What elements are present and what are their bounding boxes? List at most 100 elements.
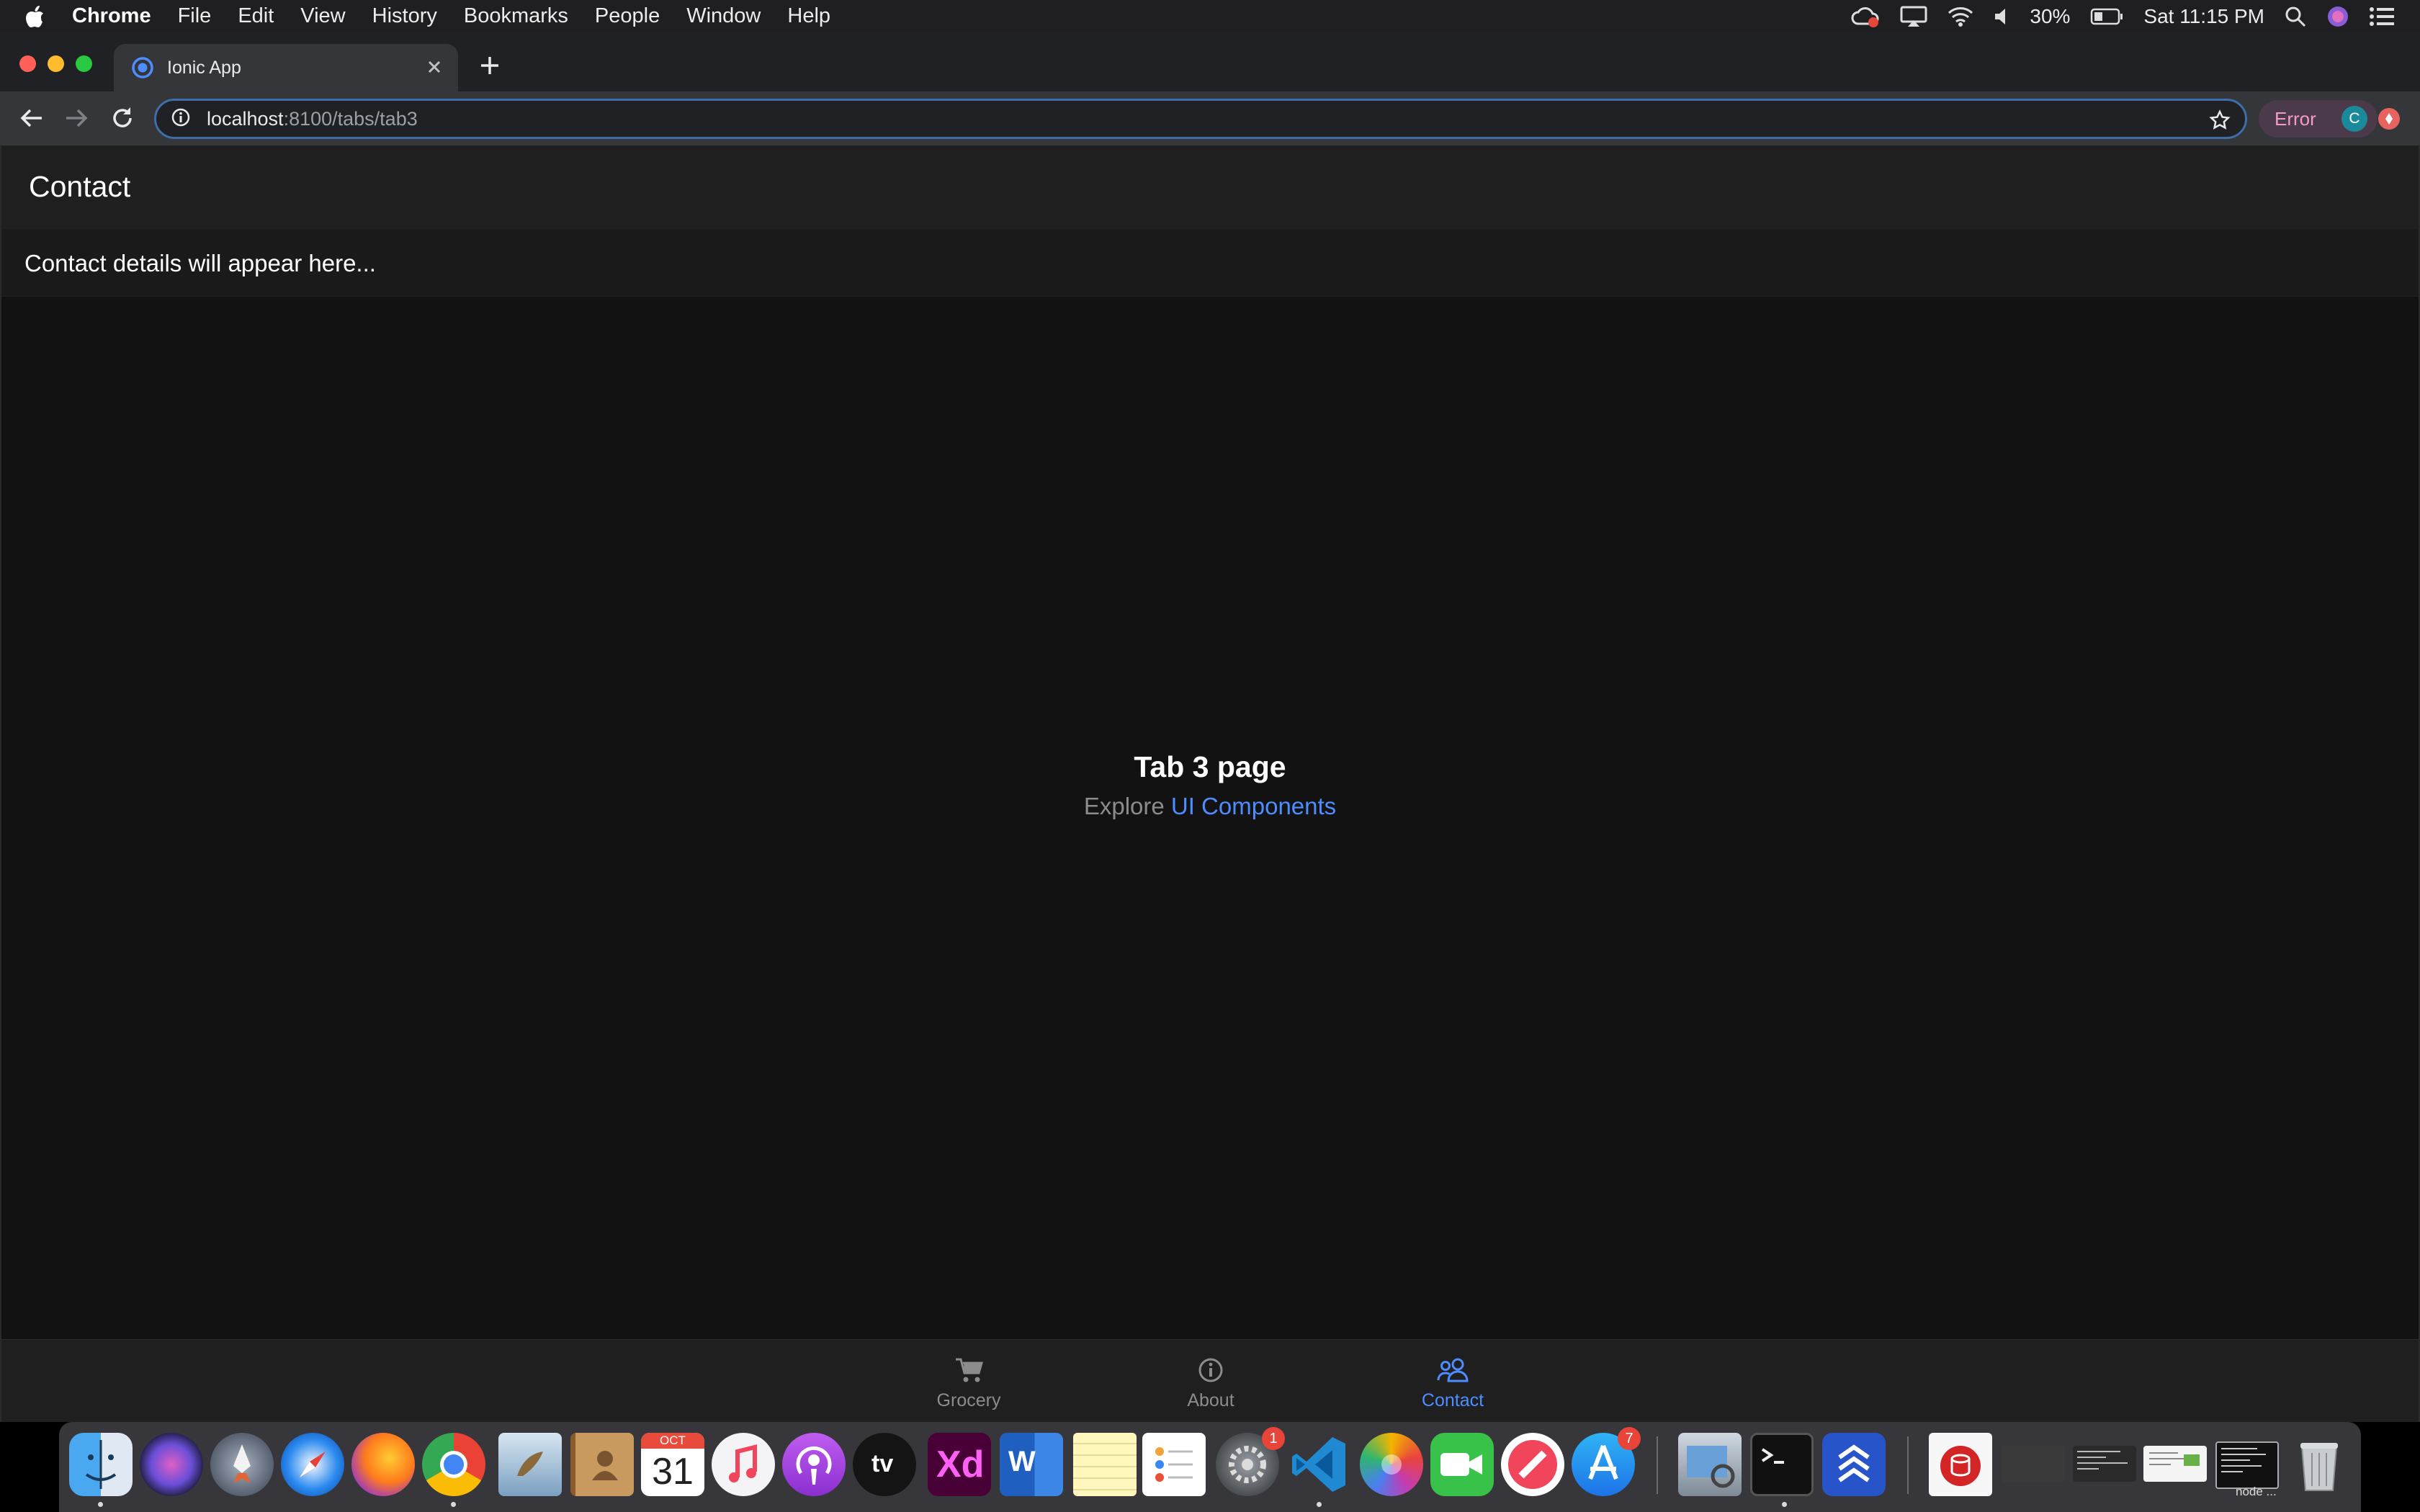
back-arrow-icon[interactable] xyxy=(19,104,45,136)
tab-heading: Tab 3 page xyxy=(1134,750,1286,783)
apple-menu-icon[interactable] xyxy=(26,5,65,27)
dock-firefox-icon[interactable] xyxy=(351,1433,415,1496)
battery-percent: 30% xyxy=(2030,4,2071,27)
profile-error-label: Error xyxy=(2275,107,2316,130)
node-window-label: node ... xyxy=(2236,1485,2277,1498)
url-host: localhost xyxy=(207,107,284,130)
tab-close-icon[interactable] xyxy=(424,56,445,81)
dock-database-app-icon[interactable] xyxy=(1929,1433,1992,1496)
dock-stackedit-icon[interactable] xyxy=(1822,1433,1886,1496)
bookmark-star-icon[interactable] xyxy=(2209,109,2231,135)
contact-details-text: Contact details will appear here... xyxy=(24,250,376,276)
notification-center-icon[interactable] xyxy=(2370,6,2394,26)
dock-terminal-icon[interactable] xyxy=(1750,1433,1814,1496)
calendar-day: 31 xyxy=(652,1451,694,1493)
menu-file[interactable]: File xyxy=(178,4,212,28)
system-preferences-badge: 1 xyxy=(1262,1427,1285,1450)
dock-facetime-icon[interactable] xyxy=(1430,1433,1494,1496)
menu-history[interactable]: History xyxy=(372,4,437,28)
dock-safari-icon[interactable] xyxy=(281,1433,344,1496)
dock-news-icon[interactable] xyxy=(1501,1433,1564,1496)
menu-window[interactable]: Window xyxy=(686,4,761,28)
menu-help[interactable]: Help xyxy=(787,4,830,28)
airplay-icon[interactable] xyxy=(1900,6,1927,27)
profile-error-button[interactable]: Error C xyxy=(2259,100,2378,138)
battery-icon[interactable] xyxy=(2090,8,2123,25)
siri-icon[interactable] xyxy=(2326,5,2349,28)
tab-content-container: Tab 3 page Explore UI Components xyxy=(1,750,2419,820)
extension-icon[interactable] xyxy=(2377,107,2401,135)
people-icon xyxy=(1437,1356,1469,1385)
dock-word-icon[interactable]: W xyxy=(1000,1433,1063,1496)
dock-app-store-icon[interactable]: 7 xyxy=(1572,1427,1641,1496)
tab-about-label: About xyxy=(1187,1390,1234,1410)
xd-label: Xd xyxy=(936,1444,985,1485)
menu-app-name[interactable]: Chrome xyxy=(72,4,151,28)
dock-minimized-chrome-window-2[interactable] xyxy=(2073,1446,2136,1482)
window-close-button[interactable] xyxy=(19,55,36,72)
dock-vscode-icon[interactable] xyxy=(1288,1433,1351,1496)
page-title: Contact xyxy=(29,170,131,203)
site-info-icon[interactable] xyxy=(171,107,191,131)
dock-separator xyxy=(1657,1436,1658,1494)
dock-contacts-icon[interactable] xyxy=(570,1433,634,1496)
dock-trash-icon[interactable] xyxy=(2287,1433,2351,1496)
dock-podcasts-icon[interactable] xyxy=(782,1433,846,1496)
ion-header-toolbar: Contact xyxy=(1,145,2419,228)
address-bar[interactable]: localhost:8100/tabs/tab3 xyxy=(154,99,2247,139)
explore-line: Explore UI Components xyxy=(1,793,2419,820)
dock-minimized-terminal-node[interactable] xyxy=(2215,1441,2279,1489)
dock-calendar-icon[interactable]: OCT 31 xyxy=(641,1433,704,1496)
dock-finder-icon[interactable] xyxy=(69,1433,133,1496)
window-maximize-button[interactable] xyxy=(76,55,92,72)
spotlight-search-icon[interactable] xyxy=(2285,6,2306,27)
menu-view[interactable]: View xyxy=(300,4,345,28)
finder-running-dot xyxy=(98,1502,103,1507)
dock-apple-tv-icon[interactable]: tv xyxy=(853,1433,916,1496)
cart-icon xyxy=(954,1356,983,1385)
tab-grocery[interactable]: Grocery xyxy=(897,1340,1041,1423)
vscode-running-dot xyxy=(1317,1502,1322,1507)
browser-tab-strip: Ionic App xyxy=(0,32,2420,91)
ui-components-link[interactable]: UI Components xyxy=(1171,793,1336,819)
tab-contact[interactable]: Contact xyxy=(1381,1340,1525,1423)
dock-music-icon[interactable] xyxy=(712,1433,775,1496)
dock-siri-icon[interactable] xyxy=(140,1433,203,1496)
dock-launchpad-icon[interactable] xyxy=(210,1433,274,1496)
explore-prefix: Explore xyxy=(1083,793,1165,819)
wifi-icon[interactable] xyxy=(1948,6,1973,27)
menubar-clock[interactable]: Sat 11:15 PM xyxy=(2143,5,2264,28)
creative-cloud-icon[interactable] xyxy=(1851,5,1880,28)
calendar-month: OCT xyxy=(641,1433,704,1449)
forward-arrow-icon[interactable] xyxy=(63,104,89,136)
dock-adobe-xd-icon[interactable]: Xd xyxy=(928,1433,991,1496)
menu-edit[interactable]: Edit xyxy=(238,4,274,28)
tab-title: Ionic App xyxy=(167,57,241,78)
dock-minimized-chrome-window-3[interactable] xyxy=(2143,1446,2207,1482)
tab-grocery-label: Grocery xyxy=(936,1390,1001,1410)
reload-icon[interactable] xyxy=(109,104,135,136)
volume-icon[interactable] xyxy=(1994,7,2009,26)
browser-tab-ionic-app[interactable]: Ionic App xyxy=(114,44,458,91)
menu-bookmarks[interactable]: Bookmarks xyxy=(464,4,568,28)
dock-separator-2 xyxy=(1907,1436,1909,1494)
dock-photos-icon[interactable] xyxy=(1360,1433,1423,1496)
dock-notes-icon[interactable] xyxy=(1073,1433,1137,1496)
word-label: W xyxy=(1008,1446,1036,1477)
chrome-running-dot xyxy=(451,1502,456,1507)
window-minimize-button[interactable] xyxy=(48,55,64,72)
dock-system-preferences-icon[interactable]: 1 xyxy=(1216,1427,1285,1496)
url-path: :8100/tabs/tab3 xyxy=(283,107,418,130)
dock-preview-icon[interactable] xyxy=(1678,1433,1742,1496)
dock-reminders-icon[interactable] xyxy=(1142,1433,1206,1496)
menu-people[interactable]: People xyxy=(595,4,660,28)
dock-minimized-chrome-window-1[interactable] xyxy=(2001,1446,2064,1482)
app-store-badge: 7 xyxy=(1618,1427,1641,1450)
browser-toolbar: localhost:8100/tabs/tab3 Error C xyxy=(0,91,2420,145)
tab-about[interactable]: About xyxy=(1139,1340,1283,1423)
new-tab-plus-icon[interactable] xyxy=(478,54,501,81)
ionic-app-viewport: Contact Contact details will appear here… xyxy=(0,145,2420,1422)
dock-chrome-icon[interactable] xyxy=(422,1433,485,1496)
dock-mail-stamp-icon[interactable] xyxy=(498,1433,562,1496)
profile-avatar: C xyxy=(2341,106,2367,132)
